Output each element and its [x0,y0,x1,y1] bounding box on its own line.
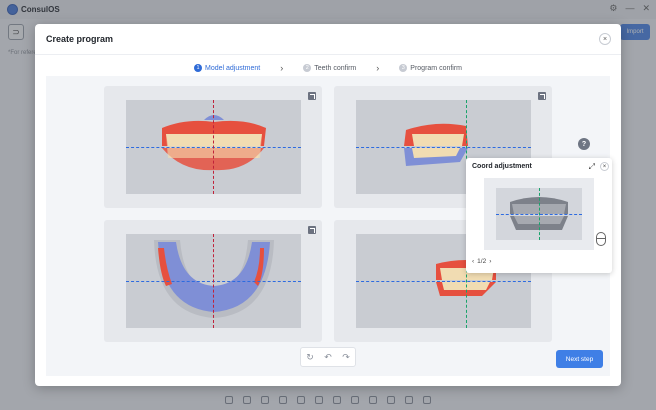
pager-count: 1/2 [477,258,487,265]
fullscreen-icon[interactable]: ⤢ [589,162,595,172]
step-number: 3 [399,64,408,72]
occlusal-viewport[interactable] [126,234,301,328]
step-program-confirm[interactable]: 3 Program confirm [389,58,472,78]
next-step-button[interactable]: Next step [556,350,603,368]
step-label: Model adjustment [204,64,261,72]
coord-model-view[interactable] [496,188,582,240]
redo-icon[interactable]: ↷ [342,352,350,363]
horizontal-axis [356,147,531,148]
vertical-axis [213,100,214,194]
step-number: 2 [303,64,312,72]
chevron-right-icon: › [280,63,284,73]
front-view-panel[interactable] [104,86,322,208]
step-indicator: 1 Model adjustment › 2 Teeth confirm › 3… [35,58,621,78]
coord-adjustment-panel: Coord adjustment ⤢ × ‹ 1/2 › [466,158,612,273]
pager-prev-icon[interactable]: ‹ [472,258,474,265]
vertical-axis [213,234,214,328]
coord-viewport[interactable] [484,178,594,250]
coord-pager: ‹ 1/2 › [472,258,491,265]
help-button[interactable]: ? [578,138,590,150]
step-label: Program confirm [410,64,463,72]
occlusal-view-panel[interactable] [104,220,322,342]
front-viewport[interactable] [126,100,301,194]
expand-icon[interactable] [538,92,546,100]
mouse-icon [596,232,606,246]
step-label: Teeth confirm [314,64,357,72]
vertical-axis [539,188,540,240]
divider [35,54,621,55]
step-model-adjustment[interactable]: 1 Model adjustment [184,58,270,78]
reset-icon[interactable]: ↻ [306,352,314,363]
dialog-title: Create program [46,34,114,44]
step-teeth-confirm[interactable]: 2 Teeth confirm [293,58,366,78]
coord-close-button[interactable]: × [600,162,609,171]
expand-icon[interactable] [308,226,316,234]
history-toolbar: ↻ ↶ ↷ [300,347,356,367]
coord-panel-title: Coord adjustment [472,163,532,170]
expand-icon[interactable] [308,92,316,100]
pager-next-icon[interactable]: › [489,258,491,265]
undo-icon[interactable]: ↶ [324,352,332,363]
model-work-area: Coord adjustment ⤢ × ‹ 1/2 › ? [46,76,612,376]
step-number: 1 [193,64,202,72]
horizontal-axis [356,281,531,282]
dialog-close-button[interactable]: × [599,33,611,45]
create-program-dialog: Create program × 1 Model adjustment › 2 … [35,24,621,386]
chevron-right-icon: › [376,63,380,73]
